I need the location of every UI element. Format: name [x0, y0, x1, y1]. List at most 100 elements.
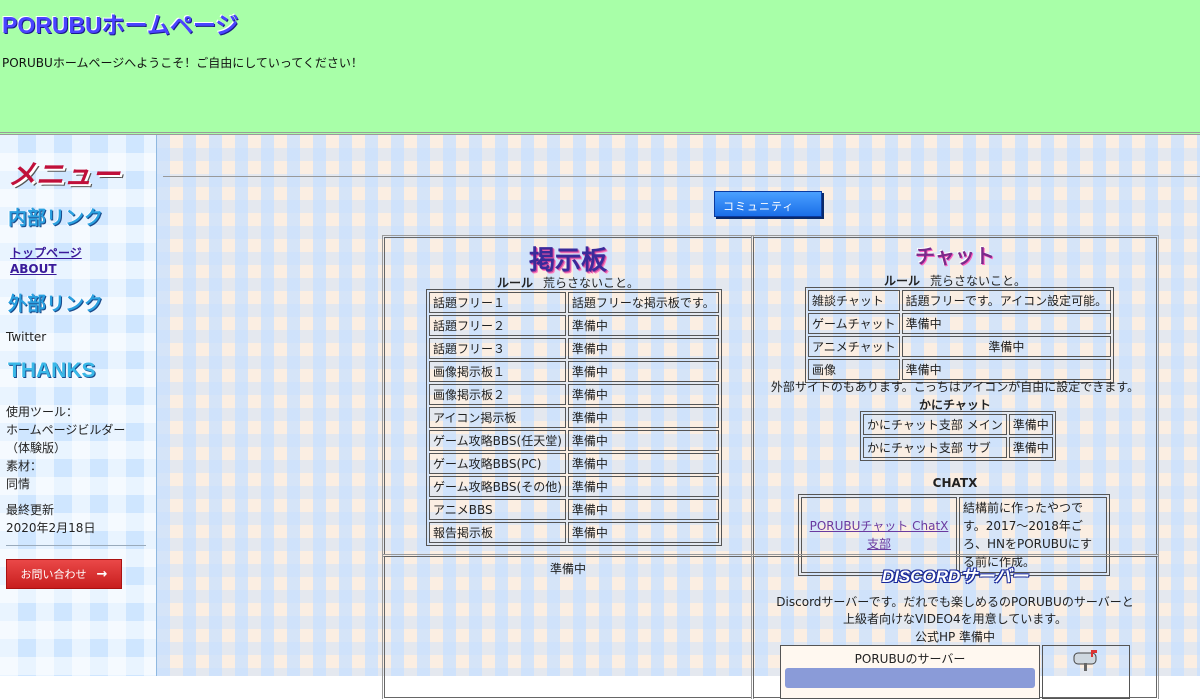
mailbox-icon: [1073, 650, 1097, 671]
mailbox-cell: [1042, 645, 1130, 699]
bbs-desc: 準備中: [567, 315, 719, 336]
crab-chat-status: 準備中: [1008, 437, 1053, 458]
bbs-name[interactable]: 話題フリー３: [429, 338, 566, 359]
tools-name: ホームページビルダー: [6, 423, 126, 437]
about-link[interactable]: ABOUT: [10, 262, 57, 276]
internal-links-heading: 内部リンク: [8, 208, 104, 229]
materials-label: 素材：: [6, 459, 43, 473]
discord-title: DISCORDサーバー: [881, 567, 1029, 586]
tools-edition: （体験版）: [6, 441, 67, 455]
last-updated: 最終更新 2020年2月18日: [6, 501, 95, 537]
last-updated-date: 2020年2月18日: [6, 521, 96, 535]
table-row[interactable]: ゲーム攻略BBS(任天堂) 準備中: [429, 430, 719, 451]
chatx-heading: CHATX: [932, 476, 978, 490]
bbs-panel: 掲示板 ルール 荒らさないこと。 話題フリー１ 話題フリーな掲示板です。 話題フリー…: [382, 235, 754, 557]
bbs-rule-text: 荒らさないこと。: [543, 276, 640, 290]
crab-chat-status: 準備中: [1008, 414, 1053, 435]
chatx-link[interactable]: PORUBUチャット ChatX支部: [810, 519, 949, 551]
bbs-name[interactable]: ゲーム攻略BBS(PC): [429, 453, 566, 474]
chat-desc: 話題フリーです。アイコン設定可能。: [901, 290, 1112, 311]
bbs-title: 掲示板: [528, 245, 607, 275]
chat-table: 雑談チャット 話題フリーです。アイコン設定可能。 ゲームチャット 準備中 アニメチャ…: [805, 287, 1115, 383]
table-row[interactable]: 話題フリー３ 準備中: [429, 338, 719, 359]
discord-desc-line: Discordサーバーです。だれでも楽しめるのPORUBUのサーバーと: [776, 595, 1134, 609]
main-content: コミュニティ 掲示板 ルール 荒らさないこと。 話題フリー１ 話題フリーな掲示板です…: [157, 135, 1200, 699]
server-widget: PORUBUのサーバー: [780, 645, 1040, 699]
table-row[interactable]: 画像掲示板２ 準備中: [429, 384, 719, 405]
crab-chat-name[interactable]: かにチャット支部 メイン: [863, 414, 1007, 435]
table-row[interactable]: 画像 準備中: [808, 359, 1112, 380]
bbs-name[interactable]: 話題フリー２: [429, 315, 566, 336]
bbs-name[interactable]: ゲーム攻略BBS(その他): [429, 476, 566, 497]
bbs-desc: 準備中: [567, 361, 719, 382]
chat-title: チャット: [915, 246, 995, 268]
table-row[interactable]: 報告掲示板 準備中: [429, 522, 719, 543]
sidebar-divider: [6, 545, 146, 546]
external-sites-note: 外部サイトのもあります。こっちはアイコンが自由に設定できます。: [770, 380, 1140, 394]
chat-panel: チャット ルール 荒らさないこと。 雑談チャット 話題フリーです。アイコン設定可能。…: [751, 235, 1159, 576]
table-row[interactable]: アニメBBS 準備中: [429, 499, 719, 520]
bbs-table: 話題フリー１ 話題フリーな掲示板です。 話題フリー２ 準備中 話題フリー３ 準備中 画…: [426, 289, 722, 546]
crab-chat-name[interactable]: かにチャット支部 サブ: [863, 437, 1007, 458]
site-header: PORUBUホームページ PORUBUホームページへようこそ！ご自由にしていって…: [0, 0, 1200, 135]
external-links-heading: 外部リンク: [8, 294, 104, 315]
bbs-name[interactable]: アニメBBS: [429, 499, 566, 520]
table-row[interactable]: アニメチャット 準備中: [808, 336, 1112, 357]
bbs-desc: 準備中: [567, 338, 719, 359]
chat-rule-label: ルール: [883, 274, 920, 288]
bbs-desc: 準備中: [567, 430, 719, 451]
chat-name[interactable]: アニメチャット: [808, 336, 900, 357]
bbs-desc: 準備中: [567, 476, 719, 497]
bbs-name[interactable]: 報告掲示板: [429, 522, 566, 543]
chat-desc: 準備中: [901, 359, 1112, 380]
table-row[interactable]: ゲーム攻略BBS(PC) 準備中: [429, 453, 719, 474]
table-row[interactable]: かにチャット支部 サブ 準備中: [863, 437, 1053, 458]
bbs-name[interactable]: 画像掲示板１: [429, 361, 566, 382]
materials-name: 同情: [6, 477, 31, 491]
bbs-name[interactable]: アイコン掲示板: [429, 407, 566, 428]
bbs-desc: 準備中: [567, 499, 719, 520]
server-label: PORUBUのサーバー: [854, 652, 966, 666]
chat-desc: 準備中: [901, 336, 1112, 357]
table-row[interactable]: アイコン掲示板 準備中: [429, 407, 719, 428]
tools-label: 使用ツール：: [6, 405, 79, 419]
thanks-heading: THANKS: [8, 359, 96, 382]
empty-panel: 準備中: [382, 554, 754, 699]
top-page-link[interactable]: トップページ: [10, 244, 82, 261]
discord-description: Discordサーバーです。だれでも楽しめるのPORUBUのサーバーと 上級者向…: [754, 594, 1156, 628]
table-row[interactable]: 話題フリー１ 話題フリーな掲示板です。: [429, 292, 719, 313]
table-row[interactable]: ゲーム攻略BBS(その他) 準備中: [429, 476, 719, 497]
tools-info: 使用ツール： ホームページビルダー （体験版） 素材： 同情: [6, 403, 125, 493]
arrow-right-icon: →: [96, 566, 108, 582]
chat-desc: 準備中: [901, 313, 1112, 334]
site-title: PORUBUホームページ: [2, 12, 239, 38]
discord-panel: DISCORDサーバー Discordサーバーです。だれでも楽しめるのPORUB…: [751, 554, 1159, 699]
bbs-desc: 話題フリーな掲示板です。: [567, 292, 719, 313]
community-button[interactable]: コミュニティ: [714, 191, 822, 217]
table-row[interactable]: 雑談チャット 話題フリーです。アイコン設定可能。: [808, 290, 1112, 311]
bbs-name[interactable]: ゲーム攻略BBS(任天堂): [429, 430, 566, 451]
sidebar: メニュー 内部リンク トップページ ABOUT 外部リンク Twitter TH…: [0, 135, 157, 676]
bbs-desc: 準備中: [567, 522, 719, 543]
table-row[interactable]: 画像掲示板１ 準備中: [429, 361, 719, 382]
table-row[interactable]: ゲームチャット 準備中: [808, 313, 1112, 334]
chat-name[interactable]: 画像: [808, 359, 900, 380]
server-widget-bar[interactable]: [785, 668, 1035, 688]
last-updated-label: 最終更新: [6, 503, 55, 517]
welcome-text: PORUBUホームページへようこそ！ご自由にしていってください！: [2, 56, 363, 70]
twitter-link[interactable]: Twitter: [6, 330, 46, 344]
discord-official-hp: 公式HP 準備中: [914, 630, 996, 644]
menu-heading: メニュー: [8, 159, 121, 190]
empty-panel-text: 準備中: [549, 562, 586, 576]
table-row[interactable]: 話題フリー２ 準備中: [429, 315, 719, 336]
contact-button[interactable]: お問い合わせ →: [6, 559, 122, 589]
chat-name[interactable]: ゲームチャット: [808, 313, 900, 334]
bbs-desc: 準備中: [567, 407, 719, 428]
bbs-name[interactable]: 話題フリー１: [429, 292, 566, 313]
chat-rule-text: 荒らさないこと。: [930, 274, 1027, 288]
chat-name[interactable]: 雑談チャット: [808, 290, 900, 311]
bbs-name[interactable]: 画像掲示板２: [429, 384, 566, 405]
horizontal-rule: [163, 176, 1200, 177]
crab-chat-table: かにチャット支部 メイン 準備中 かにチャット支部 サブ 準備中: [860, 411, 1056, 461]
table-row[interactable]: かにチャット支部 メイン 準備中: [863, 414, 1053, 435]
